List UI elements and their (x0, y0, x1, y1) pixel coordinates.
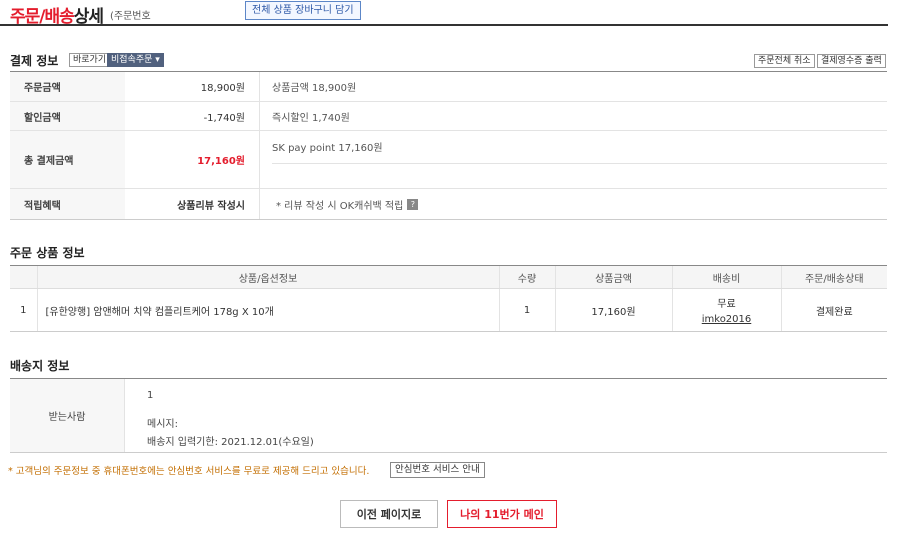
discount-value: -1,740원 (125, 102, 260, 130)
products-table: 상품/옵션정보 수량 상품금액 배송비 주문/배송상태 1 [유한양행] 암앤해… (10, 265, 887, 332)
reward-label: 적립혜택 (10, 189, 125, 219)
my-11st-main-button[interactable]: 나의 11번가 메인 (447, 500, 557, 528)
payment-section-title: 결제 정보 (10, 54, 59, 68)
order-amount-value: 18,900원 (125, 72, 260, 101)
reward-desc: * 리뷰 작성 시 OK캐쉬백 적립 (276, 200, 404, 212)
products-header-row: 상품/옵션정보 수량 상품금액 배송비 주문/배송상태 (10, 265, 887, 289)
reward-value: 상품리뷰 작성시 (125, 189, 260, 219)
receiver-value: 1 (147, 390, 154, 401)
payment-table: 주문금액 18,900원 상품금액 18,900원 할인금액 -1,740원 즉… (10, 71, 887, 220)
col-index (10, 265, 37, 289)
delivery-section-title: 배송지 정보 (10, 359, 70, 373)
table-row: 1 [유한양행] 암앤해머 치약 컴플리트케어 178g X 10개 1 17,… (10, 288, 887, 332)
total-label: 총 결제금액 (10, 131, 125, 188)
shortcut-button[interactable]: 바로가기 (69, 53, 111, 67)
delivery-info: 1 메시지: 배송지 입력기한: 2021.12.01(수요일) (125, 379, 314, 452)
total-row: 총 결제금액 17,160원 SK pay point 17,160원 (10, 131, 887, 189)
col-price: 상품금액 (554, 265, 672, 289)
discount-label: 할인금액 (10, 102, 125, 130)
discount-row: 할인금액 -1,740원 즉시할인 1,740원 (10, 102, 887, 131)
col-qty: 수량 (498, 265, 555, 289)
col-shipping: 배송비 (671, 265, 781, 289)
discount-desc: 즉시할인 1,740원 (272, 112, 350, 124)
order-amount-label: 주문금액 (10, 72, 125, 101)
print-receipt-button[interactable]: 결제영수증 출력 (817, 54, 886, 68)
receiver-label: 받는사람 (10, 379, 125, 452)
seller-link[interactable]: imko2016 (673, 314, 781, 325)
safe-number-notice: * 고객님의 주문정보 중 휴대폰번호에는 안심번호 서비스를 무료로 제공해 … (8, 466, 370, 477)
header-divider (0, 24, 888, 26)
reward-desc-box: * 리뷰 작성 시 OK캐쉬백 적립 ? (260, 189, 887, 219)
product-qty: 1 (498, 288, 555, 332)
delivery-deadline: 배송지 입력기한: 2021.12.01(수요일) (147, 437, 314, 448)
split-order-dropdown[interactable]: 비접속주문 ▾ (107, 53, 164, 67)
shipping-cell: 무료 imko2016 (671, 288, 781, 332)
col-product: 상품/옵션정보 (36, 265, 499, 289)
total-desc-box: SK pay point 17,160원 (260, 131, 887, 188)
cancel-all-order-button[interactable]: 주문전체 취소 (754, 54, 815, 68)
shipping-fee: 무료 (717, 299, 736, 310)
delivery-message: 메시지: (147, 419, 178, 430)
safe-number-guide-button[interactable]: 안심번호 서비스 안내 (390, 462, 485, 478)
reward-row: 적립혜택 상품리뷰 작성시 * 리뷰 작성 시 OK캐쉬백 적립 ? (10, 189, 887, 220)
total-value: 17,160원 (125, 131, 260, 188)
col-status: 주문/배송상태 (780, 265, 887, 289)
add-all-to-cart-button[interactable]: 전체 상품 장바구니 담기 (245, 1, 361, 20)
order-amount-desc: 상품금액 18,900원 (272, 83, 357, 94)
total-desc: SK pay point 17,160원 (272, 143, 383, 154)
previous-page-button[interactable]: 이전 페이지로 (340, 500, 438, 528)
total-desc-divider (272, 163, 887, 164)
help-icon[interactable]: ? (407, 198, 419, 210)
order-status: 결제완료 (780, 288, 887, 332)
delivery-table: 받는사람 1 메시지: 배송지 입력기한: 2021.12.01(수요일) (10, 378, 887, 453)
product-price: 17,160원 (554, 288, 672, 332)
order-amount-row: 주문금액 18,900원 상품금액 18,900원 (10, 72, 887, 102)
product-name[interactable]: [유한양행] 암앤해머 치약 컴플리트케어 178g X 10개 (36, 288, 499, 332)
row-index: 1 (10, 288, 37, 332)
products-section-title: 주문 상품 정보 (10, 246, 85, 260)
order-number-label: (주문번호 (110, 11, 151, 22)
